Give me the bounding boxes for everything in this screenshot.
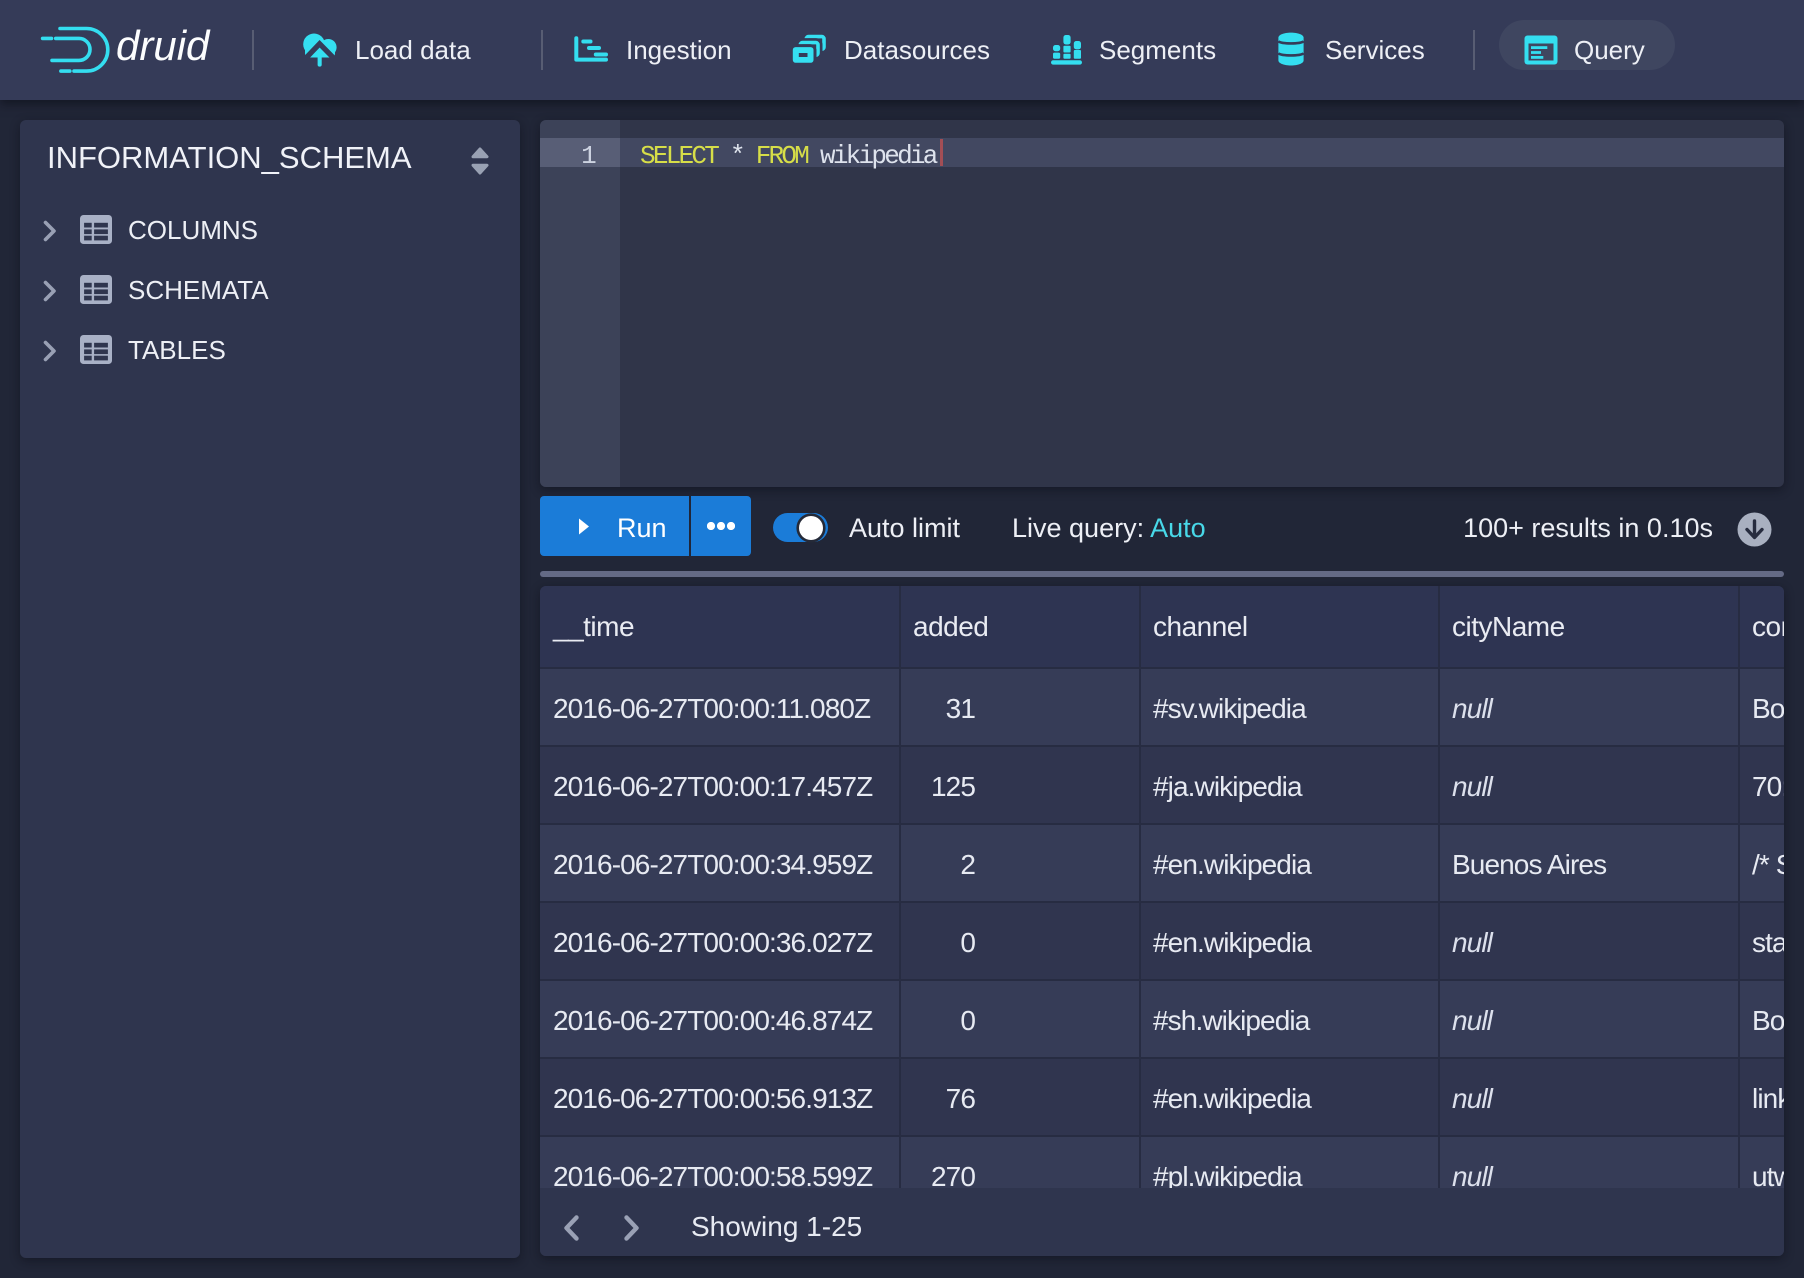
svg-text:druid: druid: [116, 22, 211, 69]
